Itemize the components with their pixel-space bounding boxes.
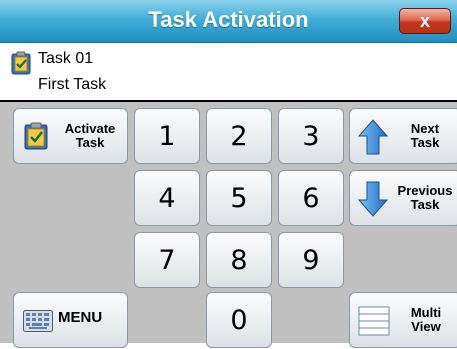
digit-7-button[interactable]: 7 — [134, 232, 200, 288]
digit-9-button[interactable]: 9 — [278, 232, 344, 288]
keyboard-icon — [23, 310, 53, 337]
multiview-label-line1: Multi — [410, 305, 442, 320]
next-label-line1: Next — [410, 121, 440, 136]
multi-view-button[interactable]: Multi View — [349, 292, 457, 348]
activate-task-button[interactable]: Activate Task — [13, 108, 128, 164]
up-arrow-icon — [357, 119, 389, 160]
menu-label: MENU — [58, 309, 103, 326]
activate-label-line1: Activate — [64, 121, 116, 136]
digit-2-button[interactable]: 2 — [206, 108, 272, 164]
digit-1-button[interactable]: 1 — [134, 108, 200, 164]
multiview-label-line2: View — [411, 319, 441, 334]
keypad-panel: Activate Task 1 2 3 4 5 6 7 8 9 0 Next T… — [0, 100, 457, 348]
next-task-button[interactable]: Next Task — [349, 108, 457, 164]
title-bar: Task Activation x — [0, 0, 457, 43]
digit-6-button[interactable]: 6 — [278, 170, 344, 226]
digit-4-button[interactable]: 4 — [134, 170, 200, 226]
next-label-line2: Task — [410, 135, 440, 150]
window-title: Task Activation — [148, 7, 309, 32]
previous-label-line1: Previous — [397, 183, 453, 198]
down-arrow-icon — [357, 181, 389, 222]
list-icon — [358, 305, 390, 342]
task-id-label: Task 01 — [38, 50, 94, 67]
task-clipboard-icon — [11, 51, 31, 80]
previous-task-button[interactable]: Previous Task — [349, 170, 457, 226]
task-activation-window: Task Activation x Task 01 First Task Act… — [0, 0, 457, 348]
digit-5-button[interactable]: 5 — [206, 170, 272, 226]
activate-label-line2: Task — [75, 135, 105, 150]
menu-button[interactable]: MENU — [13, 292, 128, 348]
previous-label-line2: Task — [410, 197, 440, 212]
task-description-label: First Task — [38, 76, 107, 93]
digit-8-button[interactable]: 8 — [206, 232, 272, 288]
task-clipboard-icon — [24, 122, 48, 155]
close-button[interactable]: x — [399, 8, 451, 34]
digit-0-button[interactable]: 0 — [206, 292, 272, 348]
digit-3-button[interactable]: 3 — [278, 108, 344, 164]
